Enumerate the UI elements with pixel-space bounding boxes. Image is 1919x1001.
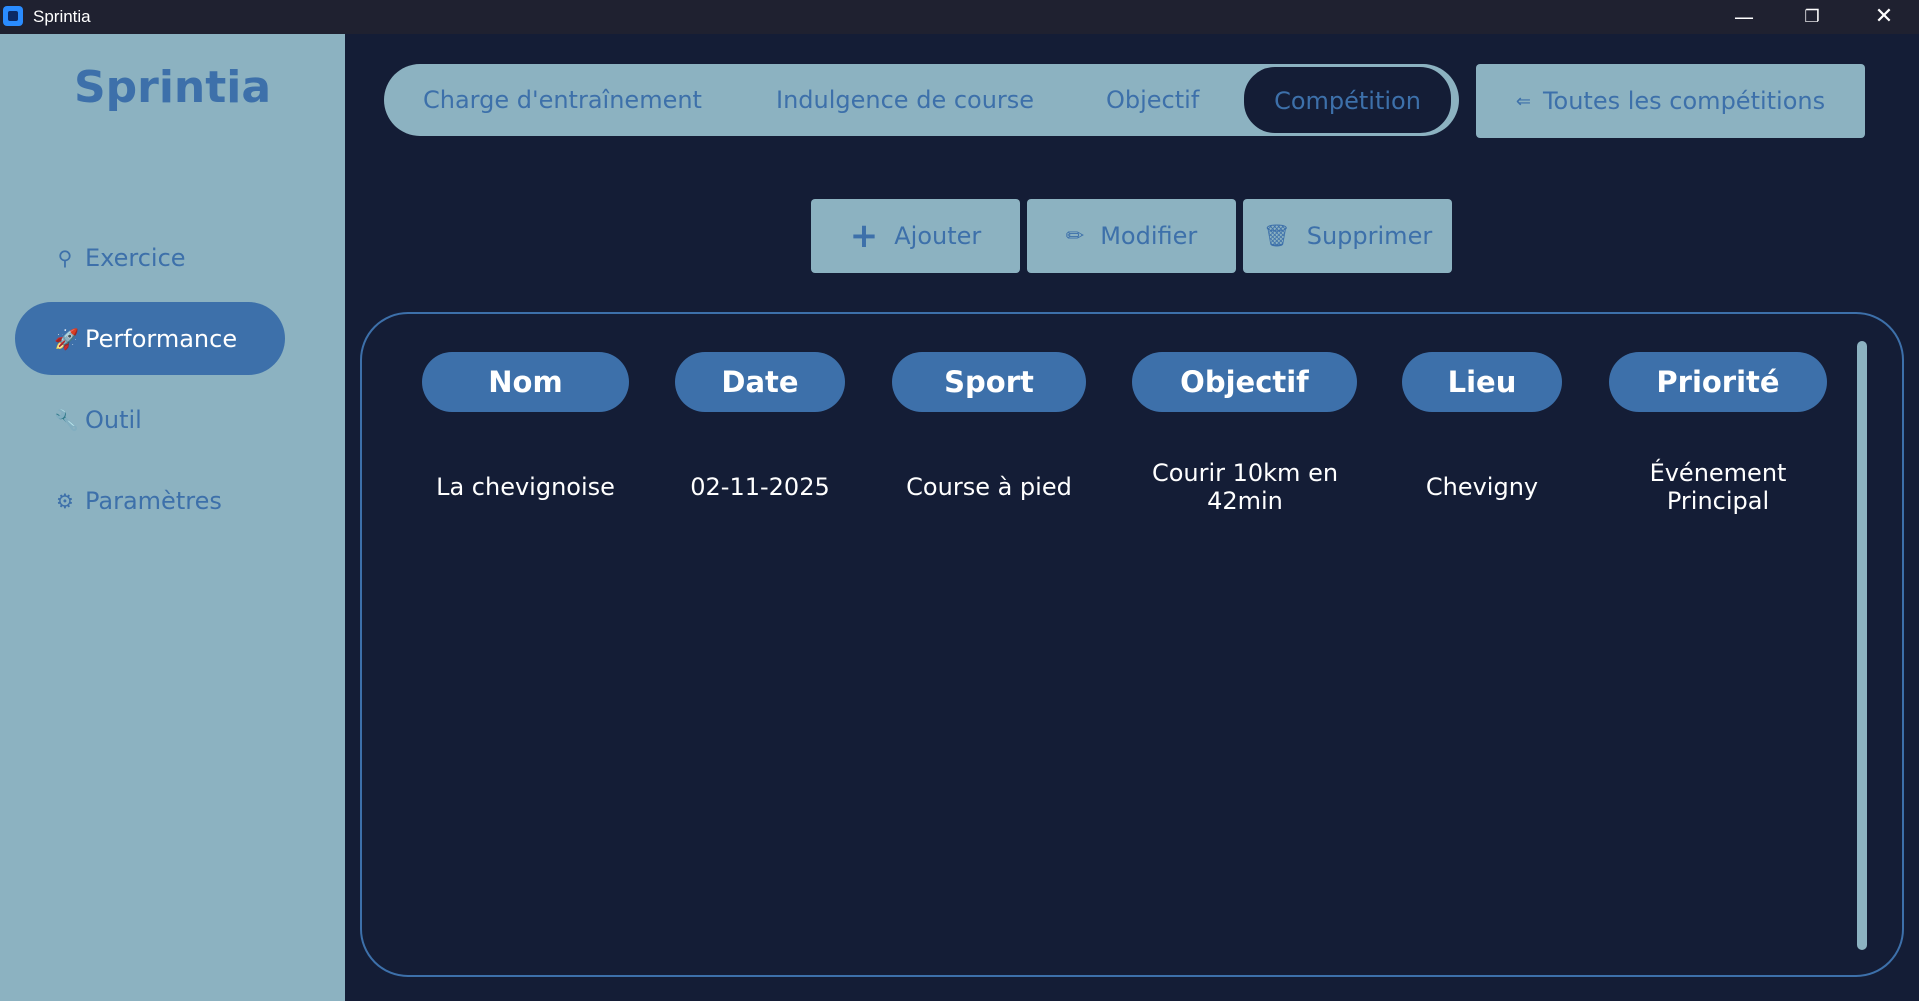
maximize-button[interactable]: ❐ bbox=[1778, 0, 1846, 34]
app-logo-icon bbox=[3, 6, 23, 26]
tab-indulgence-course[interactable]: Indulgence de course bbox=[776, 64, 1034, 136]
column-header-date[interactable]: Date bbox=[675, 352, 845, 412]
table-scrollbar[interactable] bbox=[1857, 341, 1867, 950]
all-competitions-label: Toutes les compétitions bbox=[1542, 87, 1826, 115]
tab-competition[interactable]: Compétition bbox=[1241, 64, 1454, 136]
window-titlebar: Sprintia — ❐ ✕ bbox=[0, 0, 1919, 34]
table-cell-lieu[interactable]: Chevigny bbox=[1392, 452, 1572, 522]
sidebar-item-label: Paramètres bbox=[85, 486, 222, 515]
tab-objectif[interactable]: Objectif bbox=[1106, 64, 1199, 136]
add-button[interactable]: + Ajouter bbox=[811, 199, 1020, 273]
performance-tabs: Charge d'entraînement Indulgence de cour… bbox=[384, 64, 1459, 136]
sidebar-item-parametres[interactable]: ⚙ Paramètres bbox=[15, 464, 285, 537]
edit-button[interactable]: ✏ Modifier bbox=[1027, 199, 1236, 273]
window-title: Sprintia bbox=[33, 7, 91, 26]
back-arrow-icon: ⇐ bbox=[1515, 90, 1531, 112]
column-header-priorite[interactable]: Priorité bbox=[1609, 352, 1827, 412]
sidebar-item-label: Exercice bbox=[85, 243, 186, 272]
pencil-icon: ✏ bbox=[1065, 223, 1085, 249]
sidebar-item-label: Outil bbox=[85, 405, 142, 434]
table-cell-sport[interactable]: Course à pied bbox=[875, 452, 1103, 522]
minimize-button[interactable]: — bbox=[1710, 0, 1778, 34]
column-header-objectif[interactable]: Objectif bbox=[1132, 352, 1357, 412]
trash-icon: 🗑 bbox=[1262, 223, 1291, 249]
column-header-nom[interactable]: Nom bbox=[422, 352, 629, 412]
add-button-label: Ajouter bbox=[894, 222, 982, 250]
table-cell-priorite[interactable]: Événement Principal bbox=[1600, 452, 1836, 522]
app-brand: Sprintia bbox=[73, 62, 272, 113]
sidebar: Sprintia ⚲ Exercice 🚀 Performance 🔧 Outi… bbox=[0, 34, 345, 1001]
delete-button-label: Supprimer bbox=[1306, 222, 1433, 250]
column-header-sport[interactable]: Sport bbox=[892, 352, 1086, 412]
sidebar-item-performance[interactable]: 🚀 Performance bbox=[15, 302, 285, 375]
sidebar-item-label: Performance bbox=[85, 324, 238, 353]
plus-icon: + bbox=[849, 216, 879, 256]
delete-button[interactable]: 🗑 Supprimer bbox=[1243, 199, 1452, 273]
sidebar-item-outil[interactable]: 🔧 Outil bbox=[15, 383, 285, 456]
running-shoe-icon: ⚲ bbox=[57, 245, 73, 270]
sidebar-item-exercice[interactable]: ⚲ Exercice bbox=[15, 221, 285, 294]
edit-button-label: Modifier bbox=[1100, 222, 1198, 250]
gear-icon: ⚙ bbox=[56, 488, 74, 513]
rocket-icon: 🚀 bbox=[54, 326, 79, 351]
close-button[interactable]: ✕ bbox=[1850, 0, 1918, 34]
table-cell-nom[interactable]: La chevignoise bbox=[405, 452, 646, 522]
all-competitions-button[interactable]: ⇐ Toutes les compétitions bbox=[1476, 64, 1865, 138]
tab-charge-entrainement[interactable]: Charge d'entraînement bbox=[423, 64, 702, 136]
table-cell-objectif[interactable]: Courir 10km en 42min bbox=[1120, 452, 1370, 522]
column-header-lieu[interactable]: Lieu bbox=[1402, 352, 1562, 412]
table-cell-date[interactable]: 02-11-2025 bbox=[660, 452, 860, 522]
wrench-icon: 🔧 bbox=[54, 407, 79, 432]
